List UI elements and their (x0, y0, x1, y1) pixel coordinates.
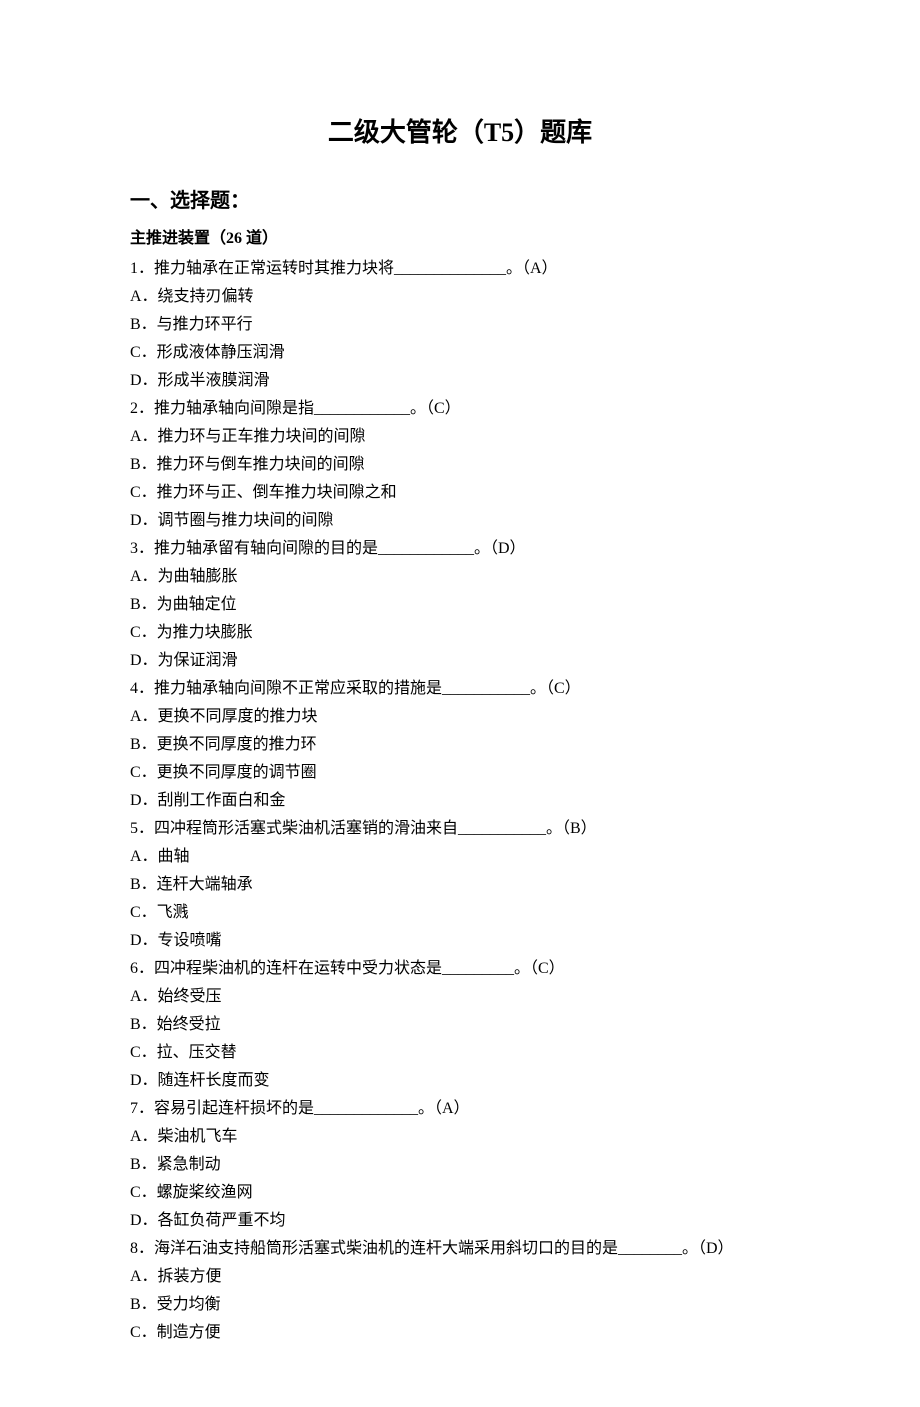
question-option: C．拉、压交替 (130, 1039, 790, 1067)
question-stem: 5．四冲程筒形活塞式柴油机活塞销的滑油来自___________。（B） (130, 815, 790, 843)
question-5: 5．四冲程筒形活塞式柴油机活塞销的滑油来自___________。（B） A．曲… (130, 815, 790, 955)
question-option: A．曲轴 (130, 843, 790, 871)
question-option: D．刮削工作面白和金 (130, 787, 790, 815)
question-option: C．飞溅 (130, 899, 790, 927)
question-stem: 6．四冲程柴油机的连杆在运转中受力状态是_________。（C） (130, 955, 790, 983)
question-6: 6．四冲程柴油机的连杆在运转中受力状态是_________。（C） A．始终受压… (130, 955, 790, 1095)
sub-heading: 主推进装置（26 道） (130, 225, 790, 253)
question-option: B．与推力环平行 (130, 311, 790, 339)
question-option: A．为曲轴膨胀 (130, 563, 790, 591)
question-option: D．专设喷嘴 (130, 927, 790, 955)
question-stem: 2．推力轴承轴向间隙是指____________。（C） (130, 395, 790, 423)
question-option: B．紧急制动 (130, 1151, 790, 1179)
question-option: B．更换不同厚度的推力环 (130, 731, 790, 759)
question-option: C．更换不同厚度的调节圈 (130, 759, 790, 787)
question-option: C．为推力块膨胀 (130, 619, 790, 647)
question-3: 3．推力轴承留有轴向间隙的目的是____________。（D） A．为曲轴膨胀… (130, 535, 790, 675)
question-option: D．形成半液膜润滑 (130, 367, 790, 395)
question-2: 2．推力轴承轴向间隙是指____________。（C） A．推力环与正车推力块… (130, 395, 790, 535)
question-option: A．始终受压 (130, 983, 790, 1011)
question-option: D．调节圈与推力块间的间隙 (130, 507, 790, 535)
question-option: B．推力环与倒车推力块间的间隙 (130, 451, 790, 479)
question-stem: 8．海洋石油支持船筒形活塞式柴油机的连杆大端采用斜切口的目的是________。… (130, 1235, 790, 1263)
document-page: 二级大管轮（T5）题库 一、选择题： 主推进装置（26 道） 1．推力轴承在正常… (0, 0, 920, 1407)
question-stem: 7．容易引起连杆损坏的是_____________。（A） (130, 1095, 790, 1123)
question-option: C．形成液体静压润滑 (130, 339, 790, 367)
question-option: A．推力环与正车推力块间的间隙 (130, 423, 790, 451)
question-1: 1．推力轴承在正常运转时其推力块将______________。（A） A．绕支… (130, 255, 790, 395)
question-option: C．推力环与正、倒车推力块间隙之和 (130, 479, 790, 507)
page-title: 二级大管轮（T5）题库 (130, 110, 790, 156)
question-option: A．柴油机飞车 (130, 1123, 790, 1151)
question-option: D．各缸负荷严重不均 (130, 1207, 790, 1235)
question-option: A．更换不同厚度的推力块 (130, 703, 790, 731)
question-option: A．绕支持刃偏转 (130, 283, 790, 311)
question-option: C．螺旋桨绞渔网 (130, 1179, 790, 1207)
question-option: D．随连杆长度而变 (130, 1067, 790, 1095)
question-7: 7．容易引起连杆损坏的是_____________。（A） A．柴油机飞车 B．… (130, 1095, 790, 1235)
question-option: B．受力均衡 (130, 1291, 790, 1319)
question-option: C．制造方便 (130, 1319, 790, 1347)
question-stem: 3．推力轴承留有轴向间隙的目的是____________。（D） (130, 535, 790, 563)
question-option: D．为保证润滑 (130, 647, 790, 675)
question-option: B．连杆大端轴承 (130, 871, 790, 899)
question-option: B．为曲轴定位 (130, 591, 790, 619)
question-8: 8．海洋石油支持船筒形活塞式柴油机的连杆大端采用斜切口的目的是________。… (130, 1235, 790, 1347)
section-heading: 一、选择题： (130, 184, 790, 219)
question-4: 4．推力轴承轴向间隙不正常应采取的措施是___________。（C） A．更换… (130, 675, 790, 815)
question-stem: 4．推力轴承轴向间隙不正常应采取的措施是___________。（C） (130, 675, 790, 703)
question-option: B．始终受拉 (130, 1011, 790, 1039)
question-stem: 1．推力轴承在正常运转时其推力块将______________。（A） (130, 255, 790, 283)
question-option: A．拆装方便 (130, 1263, 790, 1291)
